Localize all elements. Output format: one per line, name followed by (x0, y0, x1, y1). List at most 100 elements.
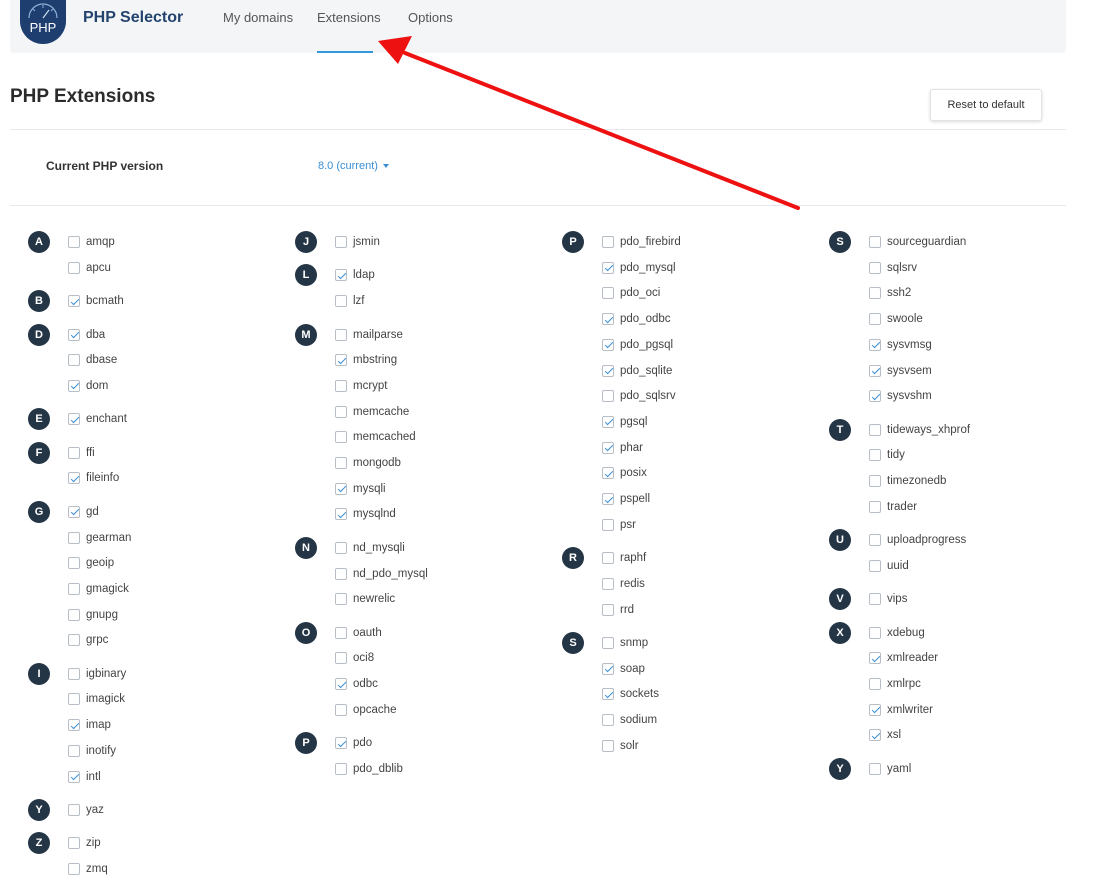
checkbox[interactable] (602, 390, 614, 403)
extension-item[interactable]: enchant (68, 411, 127, 427)
checkbox-checked[interactable] (335, 269, 347, 282)
checkbox[interactable] (335, 379, 347, 392)
extension-item[interactable]: gearman (68, 530, 131, 546)
checkbox[interactable] (869, 287, 881, 300)
checkbox[interactable] (68, 608, 80, 621)
checkbox-checked[interactable] (869, 364, 881, 377)
checkbox-checked[interactable] (335, 508, 347, 521)
checkbox-checked[interactable] (602, 338, 614, 351)
extension-item[interactable]: pdo_firebird (602, 234, 681, 250)
checkbox[interactable] (68, 261, 80, 274)
extension-item[interactable]: intl (68, 769, 101, 785)
checkbox[interactable] (869, 678, 881, 690)
extension-item[interactable]: rrd (602, 602, 634, 618)
checkbox[interactable] (869, 313, 881, 326)
extension-item[interactable]: memcache (335, 404, 409, 420)
checkbox[interactable] (869, 475, 881, 487)
extension-item[interactable]: pdo_pgsql (602, 337, 673, 353)
checkbox-checked[interactable] (335, 482, 347, 495)
extension-item[interactable]: raphf (602, 550, 646, 566)
extension-item[interactable]: igbinary (68, 666, 126, 682)
extension-item[interactable]: sysvshm (869, 388, 932, 404)
checkbox-checked[interactable] (602, 364, 614, 377)
extension-item[interactable]: mcrypt (335, 378, 388, 394)
extension-item[interactable]: pdo_sqlsrv (602, 388, 676, 404)
extension-item[interactable]: gmagick (68, 581, 129, 597)
reset-to-default-button[interactable]: Reset to default (930, 89, 1042, 121)
extension-item[interactable]: uuid (869, 558, 909, 574)
extension-item[interactable]: solr (602, 738, 639, 754)
checkbox[interactable] (68, 803, 80, 816)
checkbox[interactable] (869, 449, 881, 462)
extension-item[interactable]: sysvsem (869, 363, 932, 379)
extension-item[interactable]: xmlreader (869, 650, 938, 666)
extension-item[interactable]: pdo_odbc (602, 311, 671, 327)
extension-item[interactable]: lzf (335, 293, 365, 309)
checkbox[interactable] (869, 261, 881, 274)
checkbox[interactable] (68, 236, 80, 248)
extension-item[interactable]: swoole (869, 311, 923, 327)
extension-item[interactable]: oauth (335, 625, 382, 641)
checkbox-checked[interactable] (602, 441, 614, 454)
extension-item[interactable]: mbstring (335, 352, 397, 368)
checkbox[interactable] (869, 423, 881, 436)
extension-item[interactable]: bcmath (68, 293, 124, 309)
checkbox[interactable] (602, 577, 614, 590)
extension-item[interactable]: xdebug (869, 625, 925, 641)
extension-item[interactable]: amqp (68, 234, 115, 250)
extension-item[interactable]: mailparse (335, 327, 403, 343)
extension-item[interactable]: trader (869, 499, 917, 515)
extension-item[interactable]: dbase (68, 352, 117, 368)
checkbox[interactable] (602, 603, 614, 616)
checkbox-checked[interactable] (602, 467, 614, 480)
extension-item[interactable]: vips (869, 591, 907, 607)
checkbox[interactable] (68, 354, 80, 367)
checkbox-checked[interactable] (869, 652, 881, 665)
extension-item[interactable]: zmq (68, 861, 108, 877)
tab-options[interactable]: Options (408, 10, 453, 53)
checkbox-checked[interactable] (869, 338, 881, 351)
checkbox[interactable] (68, 863, 80, 875)
checkbox[interactable] (602, 636, 614, 649)
checkbox[interactable] (68, 531, 80, 544)
extension-item[interactable]: pgsql (602, 414, 648, 430)
extension-item[interactable]: nd_pdo_mysql (335, 566, 428, 582)
checkbox-checked[interactable] (335, 737, 347, 750)
checkbox[interactable] (335, 703, 347, 716)
tab-my-domains[interactable]: My domains (223, 10, 293, 53)
checkbox-checked[interactable] (602, 662, 614, 675)
extension-item[interactable]: uploadprogress (869, 532, 966, 548)
checkbox[interactable] (68, 634, 80, 647)
checkbox[interactable] (335, 405, 347, 418)
checkbox-checked[interactable] (335, 678, 347, 690)
checkbox[interactable] (335, 762, 347, 775)
extension-item[interactable]: phar (602, 440, 643, 456)
extension-item[interactable]: gd (68, 504, 99, 520)
checkbox-checked[interactable] (68, 413, 80, 426)
extension-item[interactable]: snmp (602, 635, 648, 651)
extension-item[interactable]: imagick (68, 691, 125, 707)
checkbox[interactable] (602, 287, 614, 300)
checkbox-checked[interactable] (869, 703, 881, 716)
checkbox[interactable] (335, 567, 347, 580)
php-version-select[interactable]: 8.0 (current) (318, 160, 389, 172)
checkbox[interactable] (335, 652, 347, 665)
extension-item[interactable]: xmlrpc (869, 676, 921, 692)
checkbox-checked[interactable] (869, 390, 881, 403)
extension-item[interactable]: ssh2 (869, 285, 911, 301)
checkbox[interactable] (68, 557, 80, 570)
extension-item[interactable]: odbc (335, 676, 378, 692)
checkbox-checked[interactable] (68, 295, 80, 308)
extension-item[interactable]: sqlsrv (869, 260, 917, 276)
checkbox-checked[interactable] (602, 688, 614, 701)
checkbox[interactable] (68, 693, 80, 706)
checkbox-checked[interactable] (602, 493, 614, 505)
extension-item[interactable]: gnupg (68, 607, 118, 623)
extension-item[interactable]: pspell (602, 491, 650, 507)
extension-item[interactable]: grpc (68, 632, 108, 648)
extension-item[interactable]: tideways_xhprof (869, 422, 970, 438)
extension-item[interactable]: tidy (869, 447, 905, 463)
checkbox[interactable] (335, 236, 347, 248)
extension-item[interactable]: newrelic (335, 591, 395, 607)
extension-item[interactable]: zip (68, 835, 101, 851)
